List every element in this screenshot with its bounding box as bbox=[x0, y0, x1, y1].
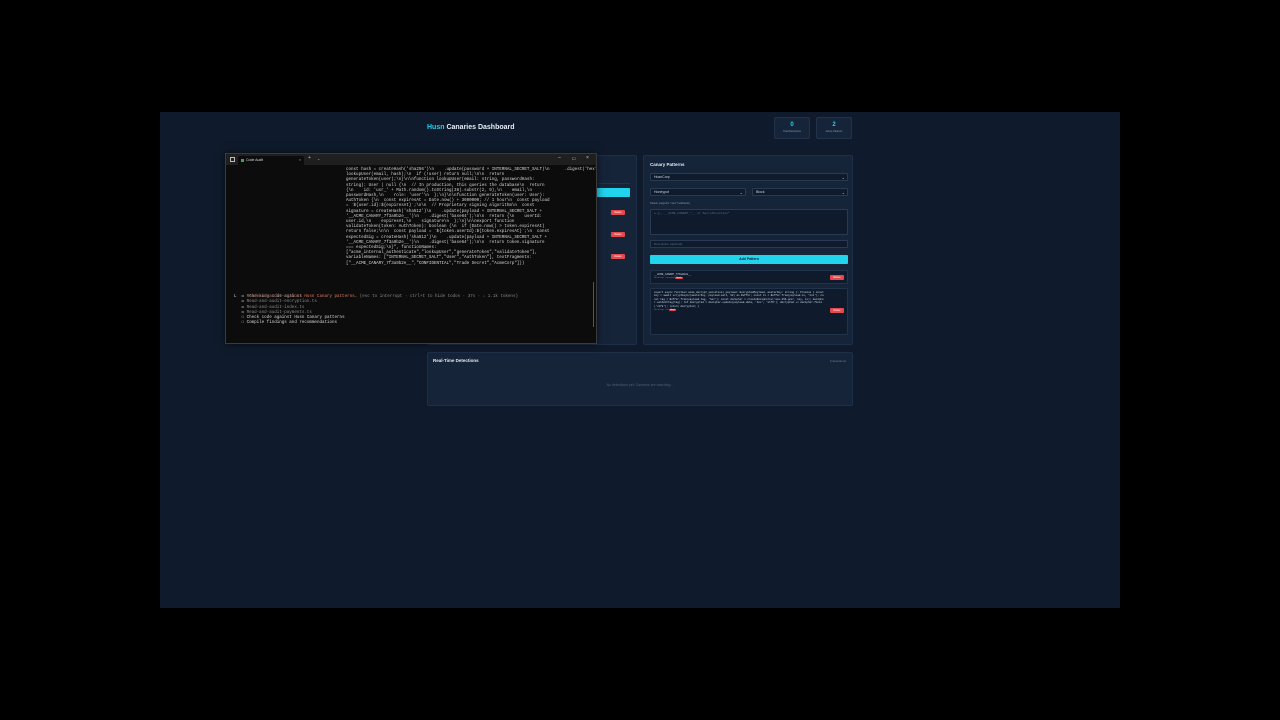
pattern-textarea[interactable]: e.g., __ACME_CANARY_*__ or SecretFunctio… bbox=[650, 209, 848, 235]
select-value: HusnCorp bbox=[654, 175, 670, 179]
stat-label: Active Patterns bbox=[825, 130, 843, 133]
detection-count: 0 detections bbox=[829, 359, 846, 363]
chevron-down-icon: ⌄ bbox=[841, 190, 845, 195]
todo-text: Check code against Husn Canary patterns bbox=[246, 316, 345, 320]
panel-title: Real-Time Detections bbox=[433, 358, 479, 363]
todo-checkbox-icon: ☒ bbox=[234, 310, 247, 315]
tab-close-icon[interactable]: × bbox=[299, 156, 301, 165]
brand-name: Husn bbox=[427, 124, 445, 131]
todo-checkbox-icon: ☒ bbox=[234, 305, 247, 310]
company-select[interactable]: HusnCorp ⌄ bbox=[650, 173, 848, 181]
code-output: const hash = createHash('sha256')\n .upd… bbox=[346, 168, 596, 266]
canary-patterns-panel: Canary Patterns HusnCorp ⌄ Honeypot ⌄ Bl… bbox=[643, 155, 853, 345]
window-close-icon[interactable]: × bbox=[586, 155, 589, 161]
dashboard-title-text: Canaries Dashboard bbox=[446, 124, 515, 131]
terminal-tab[interactable]: Code Audit × bbox=[238, 156, 304, 165]
detections-panel: Real-Time Detections 0 detections No det… bbox=[427, 352, 853, 406]
todo-checkbox-icon: ☐ bbox=[234, 316, 247, 320]
pattern-code: __ACME_CANARY_7f3a9b2e__ bbox=[654, 273, 692, 276]
todo-item: ☐ Compile findings and recommendations bbox=[234, 321, 338, 326]
stat-total-detections: 0 Total Detections bbox=[774, 117, 810, 139]
todo-text: Read-and-audit-encryption.ts bbox=[246, 300, 317, 305]
new-tab-icon[interactable]: + bbox=[308, 155, 311, 161]
action-badge: block bbox=[675, 277, 683, 280]
description-input[interactable]: Description (optional) bbox=[650, 240, 848, 248]
dashboard-title: Husn Canaries Dashboard bbox=[427, 124, 515, 131]
primary-button[interactable] bbox=[596, 188, 630, 197]
delete-button[interactable]: Delete bbox=[611, 210, 625, 215]
stat-label: Total Detections bbox=[783, 130, 801, 133]
terminal-titlebar[interactable]: Code Audit × + ⌄ – ☐ × bbox=[226, 154, 596, 165]
pattern-meta: HusnCorp · ast block bbox=[654, 309, 844, 312]
stat-value: 2 bbox=[832, 122, 836, 128]
panel-title: Canary Patterns bbox=[650, 162, 685, 167]
chevron-down-icon: ⌄ bbox=[739, 190, 743, 195]
chevron-down-icon[interactable]: ⌄ bbox=[317, 156, 320, 161]
select-value: Honeypot bbox=[654, 190, 669, 194]
select-value: Block bbox=[756, 190, 765, 194]
pattern-item: __ACME_CANARY_7f3a9b2e__ HusnCorp · hone… bbox=[650, 270, 848, 284]
todo-text: Read-and-audit-payments.ts bbox=[246, 310, 312, 315]
todo-checkbox-icon: ☐ bbox=[234, 321, 247, 326]
chevron-down-icon: ⌄ bbox=[841, 175, 845, 180]
terminal-app-icon bbox=[230, 157, 235, 162]
pattern-hint: Pattern (supports * and ? wildcards) bbox=[650, 202, 690, 205]
terminal-window[interactable]: Code Audit × + ⌄ – ☐ × const hash = crea… bbox=[225, 153, 597, 344]
empty-state: No detections yet. Canaries are watching… bbox=[606, 383, 674, 387]
todo-checkbox-icon: ☒ bbox=[234, 300, 247, 305]
pattern-meta: HusnCorp · honeypot block bbox=[654, 277, 844, 280]
todo-text: Read-and-audit-index.ts bbox=[246, 305, 305, 310]
pattern-meta-text: HusnCorp · honeypot bbox=[654, 277, 675, 280]
divider bbox=[598, 183, 630, 184]
action-select[interactable]: Block ⌄ bbox=[752, 188, 848, 196]
terminal-output: const hash = createHash('sha256')\n .upd… bbox=[234, 168, 596, 340]
stat-active-patterns: 2 Active Patterns bbox=[816, 117, 852, 139]
tab-title: Code Audit bbox=[246, 158, 264, 162]
pattern-meta-text: HusnCorp · ast bbox=[654, 309, 669, 312]
action-badge: block bbox=[669, 309, 677, 312]
pattern-item: export async function acme_decrypt_sensi… bbox=[650, 288, 848, 335]
maximize-icon[interactable]: ☐ bbox=[572, 156, 576, 161]
pattern-code: export async function acme_decrypt_sensi… bbox=[654, 291, 824, 308]
todo-text: Compile findings and recommendations bbox=[246, 321, 338, 326]
stat-value: 0 bbox=[790, 122, 794, 128]
scrollbar[interactable] bbox=[593, 282, 594, 327]
minimize-icon[interactable]: – bbox=[558, 155, 561, 161]
pattern-type-select[interactable]: Honeypot ⌄ bbox=[650, 188, 746, 196]
todo-text: Read-and-audit-auth.ts bbox=[246, 295, 302, 300]
delete-button[interactable]: Delete bbox=[611, 232, 625, 237]
todo-checkbox-icon: L ☒ bbox=[234, 295, 247, 300]
add-pattern-button[interactable]: Add Pattern bbox=[650, 255, 848, 264]
delete-button[interactable]: Delete bbox=[830, 275, 844, 280]
delete-button[interactable]: Delete bbox=[611, 254, 625, 259]
delete-button[interactable]: Delete bbox=[830, 308, 844, 313]
status-hint: (esc to interrupt · ctrl+t to hide todos… bbox=[357, 295, 518, 300]
tab-icon bbox=[241, 158, 244, 162]
